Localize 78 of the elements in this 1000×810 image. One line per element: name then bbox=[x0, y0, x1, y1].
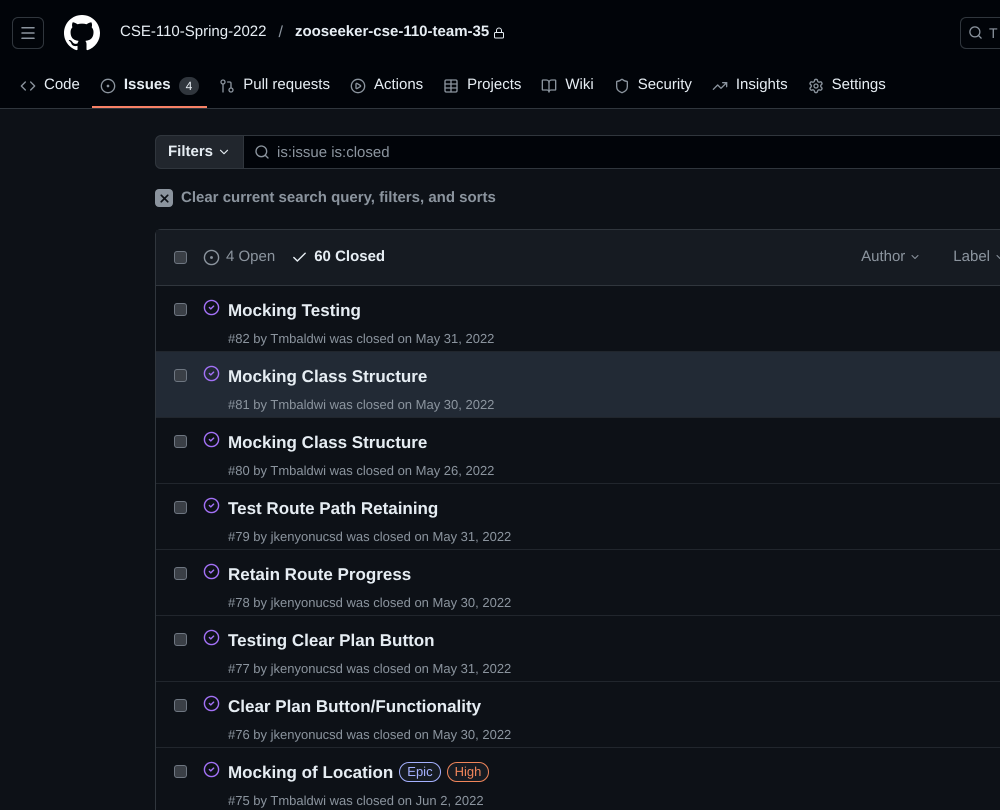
issue-row[interactable]: Test Route Path Retaining #79 by jkenyonucsd was closed on May 31, 2022 bbox=[156, 484, 1000, 550]
issue-title-link[interactable]: Testing Clear Plan Button bbox=[228, 628, 435, 653]
issue-meta: #76 by jkenyonucsd was closed on May 30, 2022 bbox=[228, 726, 512, 744]
checkbox[interactable] bbox=[174, 698, 187, 712]
repo-tab[interactable]: Projects bbox=[435, 65, 530, 108]
issue-row[interactable]: Mocking of Location Epic High #75 by Tmbaldwi was closed on Jun 2, 2022 bbox=[156, 748, 1000, 810]
issue-meta: #79 by jkenyonucsd was closed on May 31, 2022 bbox=[228, 528, 512, 546]
issue-title-link[interactable]: Test Route Path Retaining bbox=[228, 496, 438, 521]
closed-issue-icon bbox=[203, 694, 220, 712]
checkbox[interactable] bbox=[174, 434, 187, 448]
checkbox[interactable] bbox=[174, 250, 187, 264]
circle-dot-icon bbox=[100, 78, 116, 94]
clear-filters-link[interactable]: Clear current search query, filters, and sorts bbox=[181, 187, 496, 210]
issue-row[interactable]: Clear Plan Button/Functionality #76 by jkenyonucsd was closed on May 30, 2022 bbox=[156, 682, 1000, 748]
filters-button[interactable]: Filters bbox=[155, 135, 244, 169]
issue-meta: #80 by Tmbaldwi was closed on May 26, 2022 bbox=[228, 462, 494, 480]
repo-tab[interactable]: Actions bbox=[342, 65, 432, 108]
breadcrumb-separator: / bbox=[278, 22, 283, 42]
checkbox[interactable] bbox=[174, 566, 187, 580]
repo-tab[interactable]: Code bbox=[12, 65, 88, 108]
issue-title-link[interactable]: Mocking of Location bbox=[228, 760, 394, 785]
issue-row[interactable]: Retain Route Progress #78 by jkenyonucsd was closed on May 30, 2022 bbox=[156, 550, 1000, 616]
issue-meta: #77 by jkenyonucsd was closed on May 31, 2022 bbox=[228, 660, 512, 678]
issue-meta: #78 by jkenyonucsd was closed on May 30, 2022 bbox=[228, 594, 512, 612]
circle-dot-icon bbox=[203, 248, 220, 266]
close-icon[interactable] bbox=[155, 189, 173, 208]
issue-row[interactable]: Testing Clear Plan Button #77 by jkenyonucsd was closed on May 31, 2022 bbox=[156, 616, 1000, 682]
play-icon bbox=[350, 78, 366, 94]
pull-request-icon bbox=[219, 78, 236, 94]
repo-tab[interactable]: Pull requests bbox=[211, 65, 338, 108]
closed-issue-icon bbox=[203, 760, 220, 778]
checkbox[interactable] bbox=[174, 368, 187, 382]
checkbox[interactable] bbox=[174, 632, 187, 646]
closed-issue-icon bbox=[203, 562, 220, 580]
gear-icon bbox=[808, 78, 824, 94]
repo-link[interactable]: zooseeker-cse-110-team-35 bbox=[294, 21, 490, 44]
state-filter-link[interactable]: 60 Closed bbox=[291, 246, 386, 268]
repo-tab[interactable]: Settings bbox=[800, 65, 894, 108]
org-link[interactable]: CSE-110-Spring-2022 bbox=[120, 21, 266, 44]
search-field[interactable]: T bbox=[960, 16, 1000, 48]
lock-icon bbox=[493, 26, 506, 38]
issue-label[interactable]: Epic bbox=[399, 762, 441, 782]
issue-row[interactable]: Mocking Class Structure #80 by Tmbaldwi was closed on May 26, 2022 bbox=[156, 418, 1000, 484]
count-badge: 4 bbox=[178, 76, 200, 94]
search-field[interactable]: is:issue is:closed bbox=[244, 135, 1000, 169]
shield-icon bbox=[614, 78, 630, 94]
issue-title-link[interactable]: Mocking Testing bbox=[228, 298, 361, 323]
issue-title-link[interactable]: Clear Plan Button/Functionality bbox=[228, 694, 482, 719]
search-icon bbox=[968, 24, 983, 40]
cat-logo-icon[interactable] bbox=[64, 14, 100, 50]
issue-label[interactable]: High bbox=[446, 762, 490, 782]
filter-menu[interactable]: Label bbox=[953, 246, 1000, 268]
closed-issue-icon bbox=[203, 430, 220, 448]
issue-row[interactable]: Mocking Testing #82 by Tmbaldwi was closed on May 31, 2022 bbox=[156, 286, 1000, 352]
book-icon bbox=[541, 78, 558, 94]
checkbox[interactable] bbox=[174, 302, 187, 316]
closed-issue-icon bbox=[203, 298, 220, 316]
issue-title-link[interactable]: Mocking Class Structure bbox=[228, 430, 428, 455]
checkbox[interactable] bbox=[174, 500, 187, 514]
issue-meta: #75 by Tmbaldwi was closed on Jun 2, 2022 bbox=[228, 792, 485, 810]
issue-row[interactable]: Mocking Class Structure #81 by Tmbaldwi was closed on May 30, 2022 bbox=[156, 352, 1000, 418]
issue-meta: #82 by Tmbaldwi was closed on May 31, 2022 bbox=[228, 330, 494, 348]
repo-tab[interactable]: Issues 4 bbox=[92, 65, 208, 108]
repo-tab[interactable]: Insights bbox=[704, 65, 796, 108]
menu-button[interactable] bbox=[12, 16, 44, 48]
issue-meta: #81 by Tmbaldwi was closed on May 30, 2022 bbox=[228, 396, 494, 414]
repo-tab[interactable]: Security bbox=[606, 65, 700, 108]
issue-title-link[interactable]: Mocking Class Structure bbox=[228, 364, 428, 389]
closed-issue-icon bbox=[203, 628, 220, 646]
issue-title-link[interactable]: Retain Route Progress bbox=[228, 562, 412, 587]
repo-tab[interactable]: Wiki bbox=[533, 65, 602, 108]
state-filter-link[interactable]: 4 Open bbox=[203, 246, 276, 268]
table-icon bbox=[443, 78, 460, 94]
checkbox[interactable] bbox=[174, 764, 187, 778]
filter-menu[interactable]: Author bbox=[861, 246, 922, 268]
closed-issue-icon bbox=[203, 496, 220, 514]
search-icon bbox=[254, 144, 270, 160]
closed-issue-icon bbox=[203, 364, 220, 382]
